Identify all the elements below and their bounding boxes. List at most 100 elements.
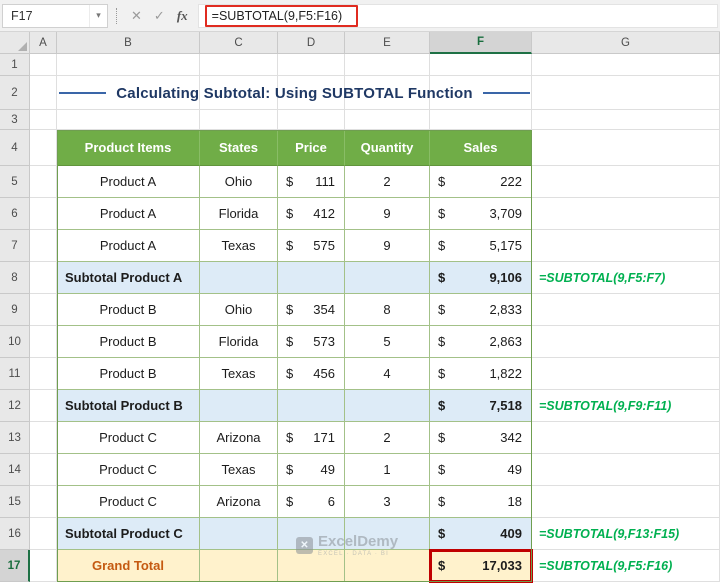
price-cell[interactable]: $412 bbox=[278, 198, 345, 230]
state-cell[interactable]: Ohio bbox=[200, 294, 278, 326]
sales-total-cell[interactable]: $9,106 bbox=[430, 262, 532, 294]
cell[interactable] bbox=[30, 110, 57, 130]
cell[interactable] bbox=[57, 110, 200, 130]
subtotal-label-cell[interactable]: Subtotal Product C bbox=[57, 518, 200, 550]
product-cell[interactable]: Product C bbox=[57, 422, 200, 454]
cell[interactable] bbox=[345, 54, 430, 76]
cell[interactable] bbox=[30, 130, 57, 166]
column-header-C[interactable]: C bbox=[200, 32, 278, 54]
row-header-9[interactable]: 9 bbox=[0, 294, 30, 326]
cell[interactable] bbox=[30, 198, 57, 230]
cell[interactable] bbox=[30, 390, 57, 422]
quantity-cell[interactable]: 2 bbox=[345, 166, 430, 198]
cell[interactable] bbox=[430, 110, 532, 130]
row-header-2[interactable]: 2 bbox=[0, 76, 30, 110]
row-header-13[interactable]: 13 bbox=[0, 422, 30, 454]
name-box[interactable]: F17 ▾ bbox=[2, 4, 108, 28]
state-cell[interactable]: Ohio bbox=[200, 166, 278, 198]
row-header-15[interactable]: 15 bbox=[0, 486, 30, 518]
cell[interactable] bbox=[30, 326, 57, 358]
empty-cell[interactable] bbox=[200, 390, 278, 422]
column-header-D[interactable]: D bbox=[278, 32, 345, 54]
row-header-12[interactable]: 12 bbox=[0, 390, 30, 422]
state-cell[interactable]: Florida bbox=[200, 198, 278, 230]
cell[interactable] bbox=[278, 54, 345, 76]
column-header-E[interactable]: E bbox=[345, 32, 430, 54]
price-cell[interactable]: $573 bbox=[278, 326, 345, 358]
cell[interactable] bbox=[30, 550, 57, 582]
empty-cell[interactable] bbox=[278, 390, 345, 422]
row-header-5[interactable]: 5 bbox=[0, 166, 30, 198]
cell[interactable] bbox=[532, 454, 720, 486]
cell[interactable] bbox=[57, 54, 200, 76]
price-cell[interactable]: $354 bbox=[278, 294, 345, 326]
table-header-price[interactable]: Price bbox=[278, 130, 345, 166]
cell[interactable] bbox=[345, 110, 430, 130]
column-header-F[interactable]: F bbox=[430, 32, 532, 54]
quantity-cell[interactable]: 9 bbox=[345, 198, 430, 230]
column-header-B[interactable]: B bbox=[57, 32, 200, 54]
column-header-A[interactable]: A bbox=[30, 32, 57, 54]
subtotal-label-cell[interactable]: Subtotal Product A bbox=[57, 262, 200, 294]
empty-cell[interactable] bbox=[200, 518, 278, 550]
cell[interactable] bbox=[30, 230, 57, 262]
cell[interactable] bbox=[30, 76, 57, 110]
row-header-14[interactable]: 14 bbox=[0, 454, 30, 486]
enter-icon[interactable]: ✓ bbox=[148, 8, 171, 24]
cell[interactable] bbox=[532, 110, 720, 130]
sales-cell[interactable]: $2,863 bbox=[430, 326, 532, 358]
sales-cell[interactable]: $3,709 bbox=[430, 198, 532, 230]
state-cell[interactable]: Arizona bbox=[200, 486, 278, 518]
sales-cell[interactable]: $2,833 bbox=[430, 294, 532, 326]
state-cell[interactable]: Texas bbox=[200, 230, 278, 262]
cell[interactable] bbox=[532, 422, 720, 454]
price-cell[interactable]: $49 bbox=[278, 454, 345, 486]
quantity-cell[interactable]: 8 bbox=[345, 294, 430, 326]
grand-total-label-cell[interactable]: Grand Total bbox=[57, 550, 200, 582]
price-cell[interactable]: $575 bbox=[278, 230, 345, 262]
quantity-cell[interactable]: 3 bbox=[345, 486, 430, 518]
table-header-product-items[interactable]: Product Items bbox=[57, 130, 200, 166]
formula-input[interactable]: =SUBTOTAL(9,F5:F16) bbox=[198, 4, 718, 28]
cell[interactable] bbox=[30, 518, 57, 550]
select-all-corner[interactable] bbox=[0, 32, 30, 54]
row-header-3[interactable]: 3 bbox=[0, 110, 30, 130]
cell[interactable] bbox=[30, 54, 57, 76]
state-cell[interactable]: Texas bbox=[200, 454, 278, 486]
column-header-G[interactable]: G bbox=[532, 32, 720, 54]
table-header-quantity[interactable]: Quantity bbox=[345, 130, 430, 166]
cell[interactable] bbox=[532, 294, 720, 326]
sales-cell[interactable]: $5,175 bbox=[430, 230, 532, 262]
cell[interactable] bbox=[532, 130, 720, 166]
product-cell[interactable]: Product C bbox=[57, 454, 200, 486]
cell[interactable] bbox=[30, 454, 57, 486]
quantity-cell[interactable]: 4 bbox=[345, 358, 430, 390]
cell[interactable] bbox=[30, 294, 57, 326]
price-cell[interactable]: $171 bbox=[278, 422, 345, 454]
row-header-10[interactable]: 10 bbox=[0, 326, 30, 358]
table-header-states[interactable]: States bbox=[200, 130, 278, 166]
empty-cell[interactable] bbox=[278, 262, 345, 294]
name-box-dropdown-icon[interactable]: ▾ bbox=[89, 5, 107, 27]
product-cell[interactable]: Product A bbox=[57, 166, 200, 198]
table-header-sales[interactable]: Sales bbox=[430, 130, 532, 166]
cell[interactable] bbox=[532, 326, 720, 358]
cell[interactable] bbox=[30, 166, 57, 198]
empty-cell[interactable] bbox=[345, 390, 430, 422]
row-header-6[interactable]: 6 bbox=[0, 198, 30, 230]
cell[interactable] bbox=[532, 166, 720, 198]
cell[interactable] bbox=[30, 358, 57, 390]
cell[interactable] bbox=[532, 54, 720, 76]
product-cell[interactable]: Product A bbox=[57, 198, 200, 230]
sales-cell[interactable]: $49 bbox=[430, 454, 532, 486]
cancel-icon[interactable]: ✕ bbox=[125, 8, 148, 24]
insert-function-icon[interactable]: fx bbox=[171, 8, 194, 24]
cell[interactable] bbox=[30, 486, 57, 518]
cell[interactable] bbox=[532, 230, 720, 262]
row-header-16[interactable]: 16 bbox=[0, 518, 30, 550]
price-cell[interactable]: $6 bbox=[278, 486, 345, 518]
sales-cell[interactable]: $342 bbox=[430, 422, 532, 454]
row-header-4[interactable]: 4 bbox=[0, 130, 30, 166]
sales-cell[interactable]: $18 bbox=[430, 486, 532, 518]
sales-total-cell[interactable]: $7,518 bbox=[430, 390, 532, 422]
